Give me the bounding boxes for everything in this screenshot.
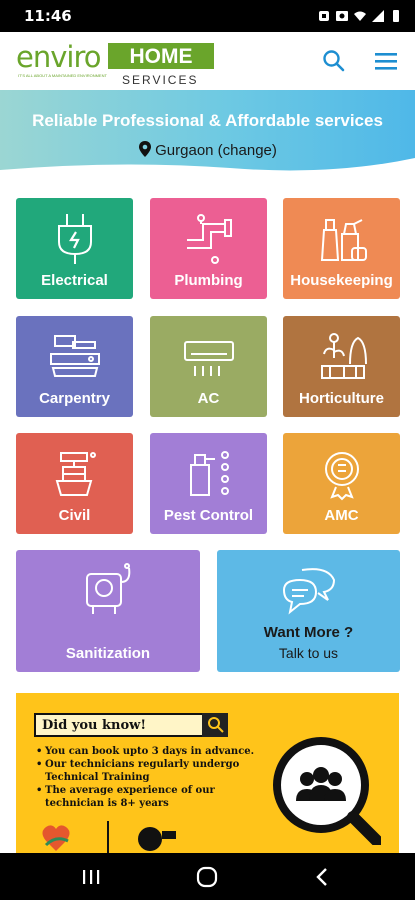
did-you-know-banner[interactable]: Did you know! You can book upto 3 days i… xyxy=(16,693,399,853)
want-more-title: Want More ? xyxy=(263,624,354,641)
hero-banner: Reliable Professional & Affordable servi… xyxy=(0,90,415,180)
photo-icon xyxy=(336,11,348,21)
logo-services-text: SERVICES xyxy=(122,73,199,87)
did-you-know-title-bar: Did you know! xyxy=(34,713,228,737)
banner-bottom-icons xyxy=(42,821,176,853)
air-conditioner-icon xyxy=(183,341,234,376)
tile-label: Plumbing xyxy=(174,272,243,289)
tile-label: Carpentry xyxy=(39,390,110,407)
notification-icon xyxy=(319,11,329,21)
status-bar: 11:46 xyxy=(0,0,415,32)
tile-ac[interactable]: AC xyxy=(150,316,267,417)
search-icon[interactable] xyxy=(321,48,347,74)
tile-horticulture[interactable]: Horticulture xyxy=(283,316,400,417)
hero-wave xyxy=(0,158,415,180)
chat-bubbles-icon xyxy=(282,568,335,615)
wifi-icon xyxy=(354,11,366,21)
tile-label: Housekeeping xyxy=(290,272,393,289)
tile-label: AC xyxy=(197,390,220,407)
hero-tagline: Reliable Professional & Affordable servi… xyxy=(32,111,383,130)
system-navigation-bar xyxy=(0,853,415,900)
app-header: enviro IT'S ALL ABOUT A MAINTAINED ENVIR… xyxy=(0,32,415,90)
construction-icon xyxy=(55,452,96,496)
saw-icon xyxy=(49,335,100,377)
did-you-know-title: Did you know! xyxy=(42,718,147,733)
logo-home-box: HOME xyxy=(108,43,214,69)
pipe-icon xyxy=(186,214,232,264)
back-icon[interactable] xyxy=(311,865,335,889)
battery-icon xyxy=(393,10,399,22)
tile-civil[interactable]: Civil xyxy=(16,433,133,534)
spray-icon xyxy=(189,451,229,496)
list-item: You can book upto 3 days in advance. xyxy=(36,745,266,758)
plant-icon xyxy=(320,333,367,379)
tile-housekeeping[interactable]: Housekeeping xyxy=(283,198,400,299)
cleaning-supplies-icon xyxy=(320,219,367,261)
want-more-subtitle: Talk to us xyxy=(278,645,339,661)
tile-pest-control[interactable]: Pest Control xyxy=(150,433,267,534)
logo-enviro-text: enviro xyxy=(16,40,101,74)
tile-carpentry[interactable]: Carpentry xyxy=(16,316,133,417)
tile-label: Civil xyxy=(58,507,91,524)
tile-want-more[interactable]: Want More ? Talk to us xyxy=(217,550,400,672)
status-time: 11:46 xyxy=(24,7,72,25)
signal-icon xyxy=(372,10,384,22)
magnifier-icon xyxy=(202,713,228,737)
tile-amc[interactable]: AMC xyxy=(283,433,400,534)
contract-icon xyxy=(324,452,359,501)
enviro-home-services-logo[interactable]: enviro IT'S ALL ABOUT A MAINTAINED ENVIR… xyxy=(16,40,214,88)
tile-electrical[interactable]: Electrical xyxy=(16,198,133,299)
tile-label: Pest Control xyxy=(163,507,254,524)
list-item: The average experience of our technician… xyxy=(36,784,266,810)
logo-home-text: HOME xyxy=(110,45,212,68)
home-icon[interactable] xyxy=(195,865,219,889)
tile-label: AMC xyxy=(324,507,359,524)
status-icons xyxy=(317,7,403,25)
did-you-know-list: You can book upto 3 days in advance. Our… xyxy=(36,745,266,810)
tile-label: Horticulture xyxy=(298,390,384,407)
magnifier-team-icon xyxy=(273,737,381,845)
sanitizer-machine-icon xyxy=(86,563,131,614)
tile-label: Sanitization xyxy=(65,645,151,662)
tile-sanitization[interactable]: Sanitization xyxy=(16,550,200,672)
list-item: Our technicians regularly undergo Techni… xyxy=(36,758,266,784)
plug-icon xyxy=(57,214,92,264)
tile-plumbing[interactable]: Plumbing xyxy=(150,198,267,299)
tile-label: Electrical xyxy=(41,272,108,289)
recent-apps-icon[interactable] xyxy=(79,865,103,889)
hamburger-menu-icon[interactable] xyxy=(373,48,399,74)
logo-tagline: IT'S ALL ABOUT A MAINTAINED ENVIRONMENT xyxy=(18,73,107,78)
